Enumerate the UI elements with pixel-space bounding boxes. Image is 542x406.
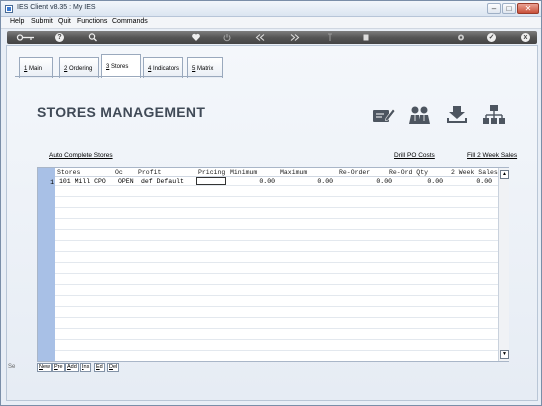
cell-profit[interactable]: def Default [141,178,184,185]
edit-document-icon[interactable] [372,104,396,126]
first-icon[interactable] [323,31,337,44]
add-label: dd [70,364,77,370]
tab-matrix[interactable]: 5 Matrix [187,57,223,78]
title-bar: IES Client v8.35 : My IES – □ ✕ [1,1,541,17]
vertical-scrollbar[interactable]: ▲ ▼ [498,168,509,361]
row-number: 1 [50,179,54,186]
empty-row[interactable] [55,342,498,351]
scroll-down-arrow-icon[interactable]: ▼ [500,350,509,359]
edit-label: d [99,364,103,370]
header-2-week-sales: 2 Week Sales [451,169,498,176]
tab-main[interactable]: 1 Main [19,57,53,78]
add-button[interactable]: Add [65,363,79,372]
header-pricing: Pricing [198,169,226,176]
pre-button[interactable]: Pre [52,363,65,372]
empty-row[interactable] [55,188,498,197]
tab-indicators[interactable]: 4 Indicators [143,57,183,78]
close-icon[interactable]: x [521,33,530,42]
tab-ordering-label: Ordering [67,66,93,72]
empty-row[interactable] [55,232,498,241]
power-icon[interactable] [220,31,234,44]
new-label: ew [42,364,51,370]
header-reord-qty: Re-Ord Qty [389,169,429,176]
empty-row[interactable] [55,221,498,230]
tab-stores[interactable]: 3 Stores [101,54,141,78]
help-icon[interactable]: ? [55,33,64,42]
search-icon[interactable] [86,31,100,44]
header-maximum: Maximum [280,169,308,176]
rewind-icon[interactable] [253,31,267,44]
delete-button[interactable]: Del [107,363,120,372]
new-button[interactable]: New [37,363,53,372]
tab-stores-label: Stores [109,64,129,70]
empty-row[interactable] [55,199,498,208]
empty-row[interactable] [55,276,498,285]
check-icon[interactable]: ✓ [487,33,496,42]
maximize-button[interactable]: □ [502,3,516,14]
empty-row[interactable] [55,331,498,340]
row-number-column [38,168,55,361]
delete-label: el [112,364,118,370]
side-label: Se [8,364,16,370]
header-reorder: Re-Order [339,169,371,176]
page-title: STORES MANAGEMENT [37,104,206,120]
empty-row[interactable] [55,254,498,263]
close-window-button[interactable]: ✕ [517,3,539,14]
empty-row[interactable] [55,287,498,296]
menu-submit[interactable]: Submit [31,18,53,25]
cell-minimum[interactable]: 0.00 [241,178,275,185]
key-icon[interactable] [15,31,37,44]
fast-forward-icon[interactable] [288,31,302,44]
minimize-button[interactable]: – [487,3,501,14]
fill-2-week-sales-link[interactable]: Fill 2 Week Sales [467,152,517,159]
header-minimum: Minimum [230,169,258,176]
gear-icon[interactable] [454,31,468,44]
window-title: IES Client v8.35 : My IES [17,4,96,11]
cell-reorder[interactable]: 0.00 [358,178,392,185]
ins-label: ns [83,364,90,370]
scroll-up-arrow-icon[interactable]: ▲ [500,170,509,179]
header-stores: Stores [57,169,81,176]
empty-row[interactable] [55,309,498,318]
header-profit: Profit [138,169,162,176]
users-icon[interactable] [408,104,432,126]
cell-oc[interactable]: OPEN [118,178,134,185]
table-row[interactable]: 101 Mill CPO OPEN def Default a 0.00 0.0… [55,177,498,186]
cell-reord-qty[interactable]: 0.00 [409,178,443,185]
empty-row[interactable] [55,243,498,252]
empty-row[interactable] [55,265,498,274]
ins-button[interactable]: Ins [80,363,92,372]
cell-maximum[interactable]: 0.00 [299,178,333,185]
tab-ordering[interactable]: 2 Ordering [59,57,99,78]
edit-button[interactable]: Ed [94,363,105,372]
stop-icon[interactable] [359,31,373,44]
app-icon [5,5,13,13]
menu-quit[interactable]: Quit [58,18,71,25]
pricing-edit-input[interactable] [196,177,226,185]
empty-row[interactable] [55,298,498,307]
drill-po-costs-link[interactable]: Drill PO Costs [394,152,435,159]
menu-bar: Help Submit Quit Functions Commands [1,17,541,29]
cell-2-week-sales[interactable]: 0.00 [458,178,492,185]
tab-matrix-label: Matrix [195,66,214,72]
heart-icon[interactable] [189,31,203,44]
tab-indicators-label: Indicators [151,66,180,72]
menu-help[interactable]: Help [10,18,24,25]
cell-store[interactable]: 101 Mill CPO [59,178,106,185]
tab-main-label: Main [27,66,43,72]
org-chart-icon[interactable] [482,104,506,126]
app-window: IES Client v8.35 : My IES – □ ✕ Help Sub… [0,0,542,406]
auto-complete-stores-link[interactable]: Auto Complete Stores [49,152,113,159]
menu-commands[interactable]: Commands [112,18,148,25]
header-oc: Oc [115,169,123,176]
empty-row[interactable] [55,210,498,219]
toolbar: ? ✓ x [7,31,537,44]
pre-label: re [57,364,63,370]
grid-header: Stores Oc Profit Pricing Minimum Maximum… [55,168,498,177]
tab-divider [15,76,223,77]
empty-row[interactable] [55,320,498,329]
menu-functions[interactable]: Functions [77,18,107,25]
stores-grid: Stores Oc Profit Pricing Minimum Maximum… [37,167,509,362]
download-tray-icon[interactable] [445,104,469,126]
